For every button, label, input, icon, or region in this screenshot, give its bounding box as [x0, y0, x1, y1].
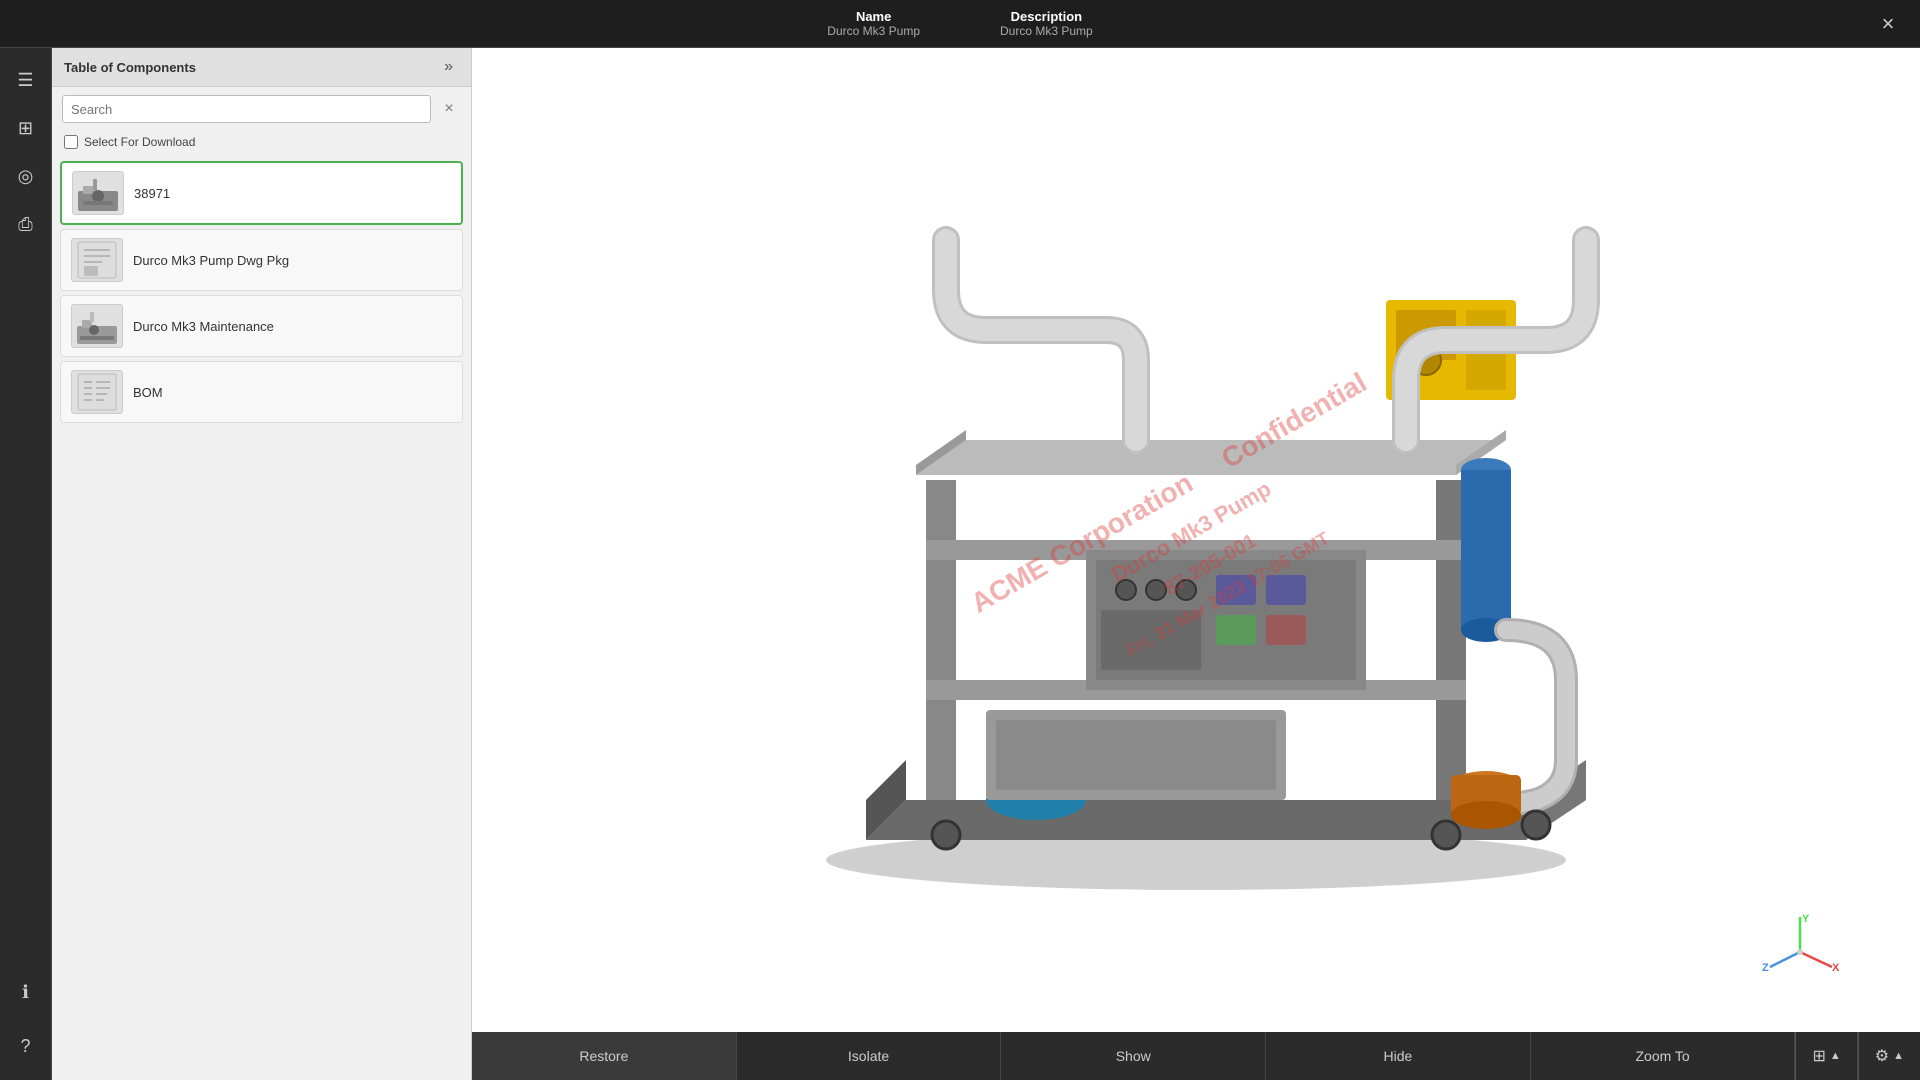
component-list: 38971 Durco Mk3 Pump Dwg Pkg [52, 157, 471, 1080]
select-for-download-label: Select For Download [84, 135, 195, 149]
x-axis-label: X [1832, 962, 1840, 972]
z-axis-label: Z [1762, 962, 1769, 972]
view-chevron-icon: ▲ [1830, 1050, 1841, 1062]
component-thumbnail [72, 171, 124, 215]
panel-header-left: Table of Components [64, 60, 196, 75]
list-item[interactable]: Durco Mk3 Maintenance [60, 295, 463, 357]
search-row: × [52, 87, 471, 131]
component-name: 38971 [134, 186, 170, 201]
show-button[interactable]: Show [1001, 1032, 1266, 1080]
list-item[interactable]: BOM [60, 361, 463, 423]
components-panel: Table of Components » × Select For Downl… [52, 48, 472, 1080]
header-info: Name Durco Mk3 Pump Description Durco Mk… [827, 9, 1092, 38]
search-clear-button[interactable]: × [437, 97, 461, 121]
top-bar: Name Durco Mk3 Pump Description Durco Mk… [0, 0, 1920, 48]
camera-icon[interactable]: ◎ [8, 158, 44, 194]
machine-3d-view [472, 48, 1920, 1032]
desc-value: Durco Mk3 Pump [1000, 24, 1093, 38]
desc-column: Description Durco Mk3 Pump [1000, 9, 1093, 38]
component-thumbnail [71, 370, 123, 414]
settings-icon: ⚙ [1875, 1046, 1889, 1066]
list-item[interactable]: Durco Mk3 Pump Dwg Pkg [60, 229, 463, 291]
desc-label: Description [1011, 9, 1083, 24]
bottom-toolbar: Restore Isolate Show Hide Zoom To ⊞ ▲ ⚙ … [472, 1032, 1920, 1080]
component-thumbnail [71, 304, 123, 348]
select-for-download-checkbox[interactable] [64, 135, 78, 149]
view-icon: ⊞ [1812, 1046, 1825, 1066]
list-icon[interactable]: ☰ [8, 62, 44, 98]
icon-sidebar: ☰ ⊞ ◎ ⎙ ℹ ? [0, 48, 52, 1080]
more-options-button[interactable]: ⚙ ▲ [1858, 1032, 1920, 1080]
checkbox-row: Select For Download [52, 131, 471, 157]
zoom-to-button[interactable]: Zoom To [1531, 1032, 1796, 1080]
settings-chevron-icon: ▲ [1893, 1050, 1904, 1062]
layers-icon[interactable]: ⊞ [8, 110, 44, 146]
print-icon[interactable]: ⎙ [8, 206, 44, 242]
panel-header: Table of Components » [52, 48, 471, 87]
name-column: Name Durco Mk3 Pump [827, 9, 920, 38]
component-name: Durco Mk3 Pump Dwg Pkg [133, 253, 289, 268]
search-input[interactable] [62, 95, 431, 123]
main-layout: ☰ ⊞ ◎ ⎙ ℹ ? Table of Components » × Sele… [0, 48, 1920, 1080]
component-name: BOM [133, 385, 163, 400]
isolate-button[interactable]: Isolate [737, 1032, 1002, 1080]
help-icon[interactable]: ? [8, 1028, 44, 1064]
name-label: Name [856, 9, 891, 24]
close-button[interactable]: × [1872, 8, 1904, 40]
y-axis-label: Y [1802, 913, 1810, 925]
hide-button[interactable]: Hide [1266, 1032, 1531, 1080]
view-options-button[interactable]: ⊞ ▲ [1795, 1032, 1857, 1080]
name-value: Durco Mk3 Pump [827, 24, 920, 38]
viewer-canvas[interactable]: ACME Corporation Confidential Durco Mk3 … [472, 48, 1920, 1032]
list-item[interactable]: 38971 [60, 161, 463, 225]
component-name: Durco Mk3 Maintenance [133, 319, 274, 334]
axes-indicator: Z X Y [1760, 912, 1840, 972]
component-thumbnail [71, 238, 123, 282]
viewer-area: ACME Corporation Confidential Durco Mk3 … [472, 48, 1920, 1080]
panel-title: Table of Components [64, 60, 196, 75]
info-icon[interactable]: ℹ [8, 974, 44, 1010]
restore-button[interactable]: Restore [472, 1032, 737, 1080]
expand-button[interactable]: » [438, 56, 459, 78]
